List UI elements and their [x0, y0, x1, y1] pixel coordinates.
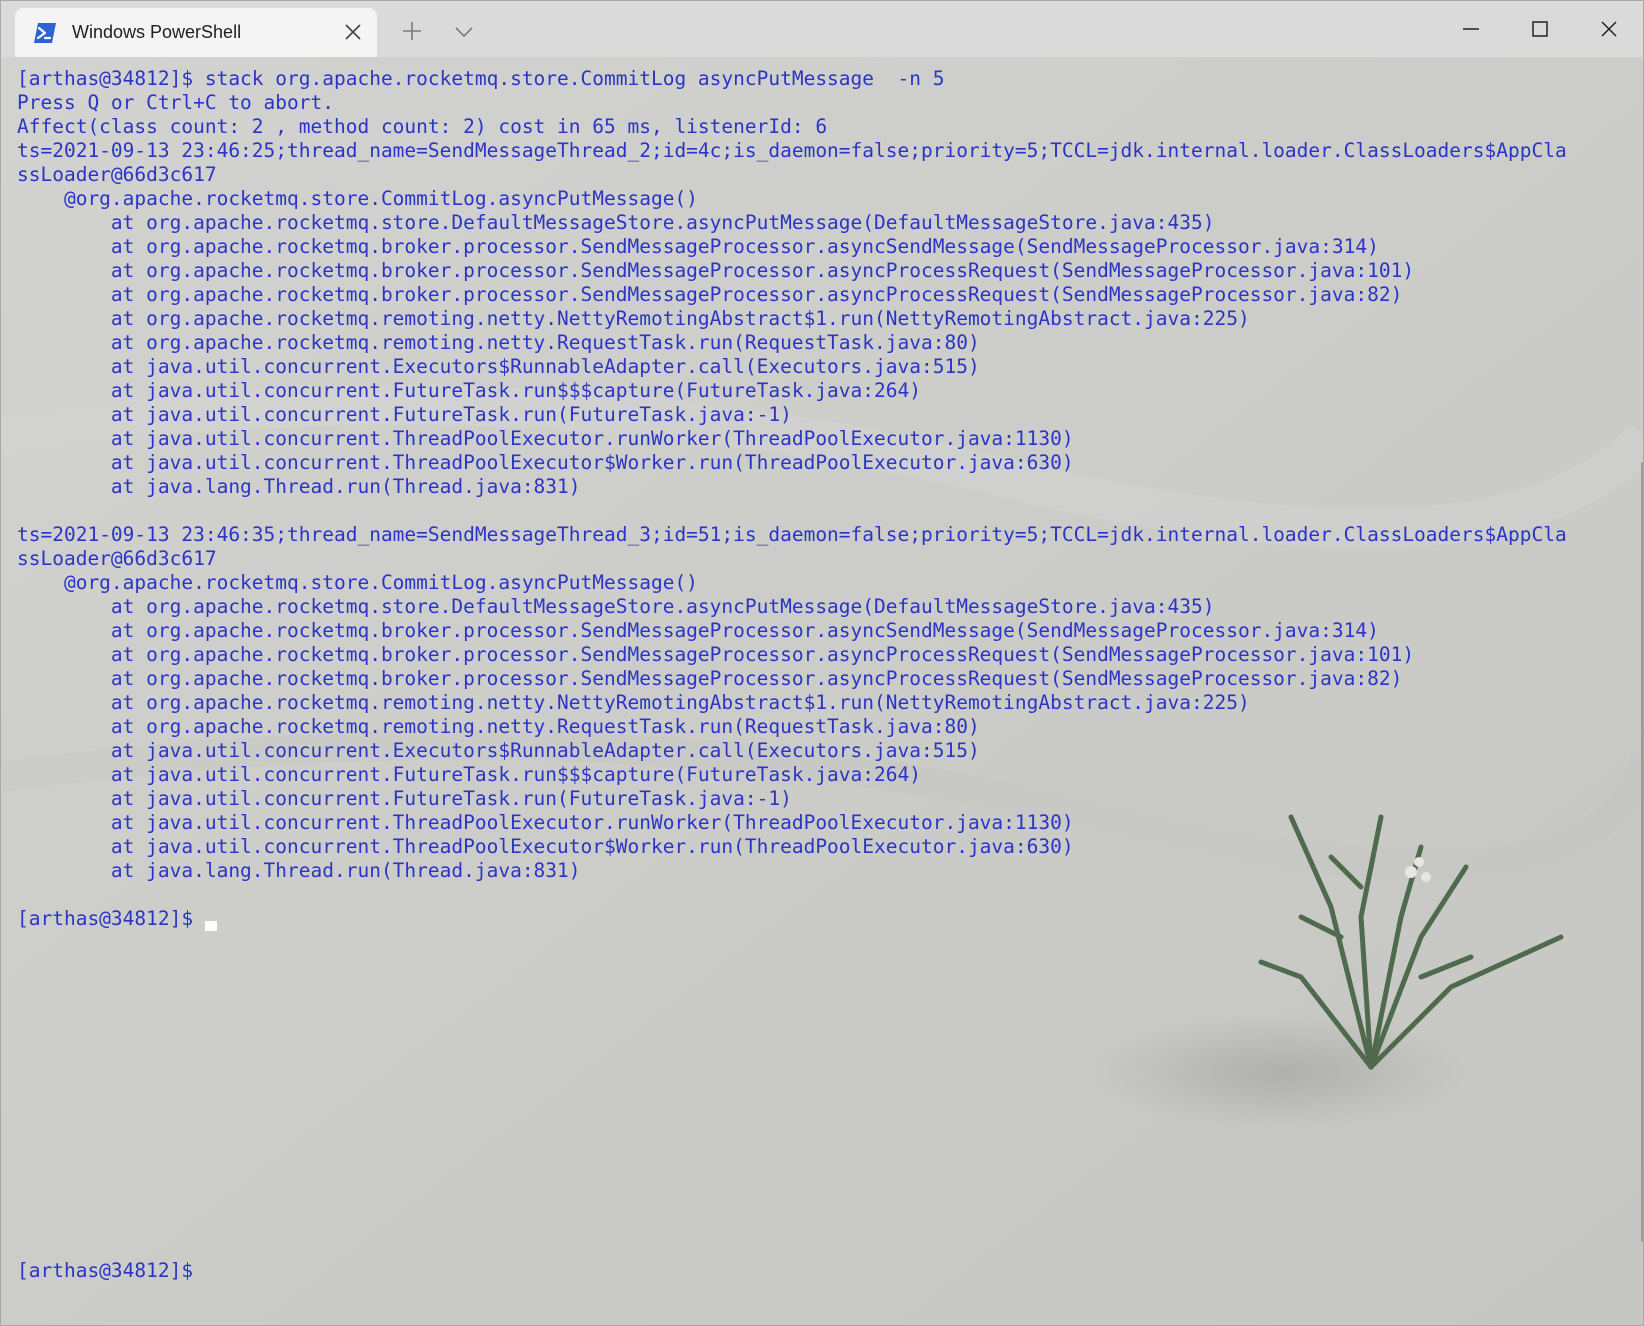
terminal-line: at org.apache.rocketmq.broker.processor.…	[17, 259, 1415, 282]
active-prompt: [arthas@34812]$	[17, 907, 194, 930]
powershell-window: Windows PowerShell [arthas@34812]$ stack…	[0, 0, 1644, 1326]
terminal-line: at java.util.concurrent.ThreadPoolExecut…	[17, 835, 1074, 858]
close-icon[interactable]	[1595, 15, 1623, 43]
terminal-line: [arthas@34812]$ stack org.apache.rocketm…	[17, 67, 945, 90]
terminal-line: Press Q or Ctrl+C to abort.	[17, 91, 334, 114]
terminal-pane[interactable]: [arthas@34812]$ stack org.apache.rocketm…	[1, 57, 1643, 1325]
terminal-line: at java.util.concurrent.ThreadPoolExecut…	[17, 811, 1074, 834]
terminal-line: at java.util.concurrent.ThreadPoolExecut…	[17, 451, 1074, 474]
powershell-icon	[33, 22, 57, 44]
terminal-line: Affect(class count: 2 , method count: 2)…	[17, 115, 828, 138]
terminal-line: @org.apache.rocketmq.store.CommitLog.asy…	[17, 571, 698, 594]
terminal-line: at org.apache.rocketmq.store.DefaultMess…	[17, 211, 1215, 234]
terminal-line: at org.apache.rocketmq.broker.processor.…	[17, 643, 1415, 666]
tab-windows-powershell[interactable]: Windows PowerShell	[15, 8, 377, 57]
terminal-line: ssLoader@66d3c617	[17, 163, 217, 186]
maximize-icon[interactable]	[1526, 15, 1554, 43]
tab-title: Windows PowerShell	[72, 22, 242, 42]
text-cursor	[205, 921, 218, 931]
terminal-prompt-line[interactable]: [arthas@34812]$	[17, 907, 1567, 931]
terminal-line: ts=2021-09-13 23:46:35;thread_name=SendM…	[17, 523, 1567, 546]
chevron-down-icon[interactable]	[451, 19, 477, 45]
terminal-output: [arthas@34812]$ stack org.apache.rocketm…	[17, 67, 1567, 931]
bottom-prompt[interactable]: [arthas@34812]$	[17, 1259, 193, 1283]
terminal-line: at org.apache.rocketmq.broker.processor.…	[17, 283, 1403, 306]
terminal-line: at org.apache.rocketmq.broker.processor.…	[17, 619, 1379, 642]
terminal-line: at java.util.concurrent.ThreadPoolExecut…	[17, 427, 1074, 450]
terminal-line: at org.apache.rocketmq.remoting.netty.Re…	[17, 331, 980, 354]
terminal-line: ssLoader@66d3c617	[17, 547, 217, 570]
terminal-line: at org.apache.rocketmq.store.DefaultMess…	[17, 595, 1215, 618]
terminal-line: @org.apache.rocketmq.store.CommitLog.asy…	[17, 187, 698, 210]
minimize-icon[interactable]	[1457, 15, 1485, 43]
terminal-line: at java.util.concurrent.Executors$Runnab…	[17, 355, 980, 378]
terminal-line: at org.apache.rocketmq.remoting.netty.Re…	[17, 715, 980, 738]
terminal-line: at java.util.concurrent.FutureTask.run(F…	[17, 787, 792, 810]
close-icon[interactable]	[341, 20, 365, 44]
terminal-line: at org.apache.rocketmq.remoting.netty.Ne…	[17, 691, 1250, 714]
terminal-line: at org.apache.rocketmq.broker.processor.…	[17, 235, 1379, 258]
terminal-line: at java.util.concurrent.FutureTask.run$$…	[17, 763, 921, 786]
terminal-line: at java.util.concurrent.Executors$Runnab…	[17, 739, 980, 762]
title-bar[interactable]: Windows PowerShell	[1, 1, 1643, 57]
terminal-line: at java.lang.Thread.run(Thread.java:831)	[17, 475, 581, 498]
plus-icon[interactable]	[398, 17, 426, 45]
terminal-line: at java.lang.Thread.run(Thread.java:831)	[17, 859, 581, 882]
terminal-line: at org.apache.rocketmq.broker.processor.…	[17, 667, 1403, 690]
terminal-line: ts=2021-09-13 23:46:25;thread_name=SendM…	[17, 139, 1567, 162]
terminal-line: at java.util.concurrent.FutureTask.run(F…	[17, 403, 792, 426]
terminal-line: at org.apache.rocketmq.remoting.netty.Ne…	[17, 307, 1250, 330]
terminal-line: at java.util.concurrent.FutureTask.run$$…	[17, 379, 921, 402]
